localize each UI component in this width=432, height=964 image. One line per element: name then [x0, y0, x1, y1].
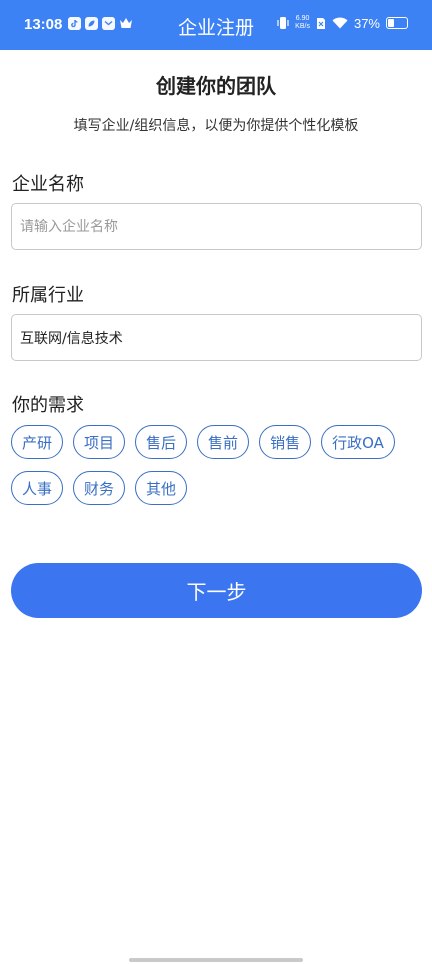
company-name-label: 企业名称 [12, 174, 84, 195]
need-tag[interactable]: 销售 [259, 425, 312, 459]
home-indicator[interactable] [129, 958, 303, 962]
status-system-icons: 6.90 KB/s 37% [277, 15, 408, 31]
next-step-button[interactable]: 下一步 [11, 563, 422, 618]
net-speed-value: 6.90 [295, 15, 310, 22]
vibrate-icon [277, 17, 289, 29]
need-tag[interactable]: 售后 [135, 425, 188, 459]
need-tag[interactable]: 人事 [11, 471, 64, 505]
form-heading: 创建你的团队 [156, 74, 276, 98]
need-tag[interactable]: 财务 [73, 471, 126, 505]
sim-icon [316, 17, 325, 29]
battery-percent: 37% [353, 15, 380, 31]
wifi-icon [332, 17, 348, 29]
industry-label: 所属行业 [12, 285, 84, 306]
company-name-input[interactable] [11, 203, 422, 250]
needs-tag-list: 产研 项目 售后 售前 销售 行政OA 人事 财务 其他 [11, 425, 423, 505]
industry-input[interactable] [11, 314, 422, 361]
net-speed: 6.90 KB/s [295, 15, 310, 31]
battery-level-fill [388, 19, 394, 27]
need-tag[interactable]: 其他 [135, 471, 188, 505]
need-tag[interactable]: 售前 [197, 425, 250, 459]
form-subheading: 填写企业/组织信息，以便为你提供个性化模板 [73, 118, 359, 134]
need-tag[interactable]: 项目 [73, 425, 126, 459]
status-and-title-bar: 13:08 企业注册 6.90 KB/s 37% [0, 0, 432, 50]
need-tag[interactable]: 行政OA [321, 425, 395, 459]
needs-label: 你的需求 [12, 395, 84, 416]
battery-icon [386, 17, 408, 29]
need-tag[interactable]: 产研 [11, 425, 64, 459]
net-speed-unit: KB/s [295, 23, 310, 30]
